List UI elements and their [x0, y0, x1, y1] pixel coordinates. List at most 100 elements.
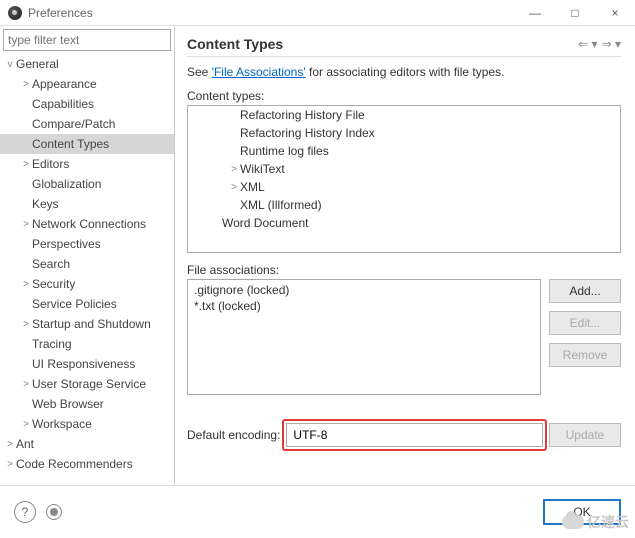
- tree-item[interactable]: >Startup and Shutdown: [0, 314, 174, 334]
- content-type-label: XML (Illformed): [240, 198, 322, 212]
- file-association-item[interactable]: *.txt (locked): [194, 299, 534, 315]
- tree-item[interactable]: >Workspace: [0, 414, 174, 434]
- minimize-button[interactable]: —: [515, 0, 555, 26]
- tree-item-label: Appearance: [32, 77, 97, 91]
- file-assoc-buttons: Add... Edit... Remove: [549, 279, 621, 395]
- tree-item[interactable]: >Appearance: [0, 74, 174, 94]
- tree-item-label: Keys: [32, 197, 59, 211]
- window-title: Preferences: [28, 6, 93, 20]
- twisty-icon[interactable]: >: [20, 159, 32, 170]
- twisty-icon[interactable]: >: [20, 379, 32, 390]
- tree-item[interactable]: >Code Recommenders: [0, 454, 174, 474]
- tree-item-label: General: [16, 57, 59, 71]
- tree-item[interactable]: Perspectives: [0, 234, 174, 254]
- section-title: Content Types: [187, 36, 283, 52]
- twisty-icon[interactable]: >: [228, 164, 240, 175]
- tree-item-label: Search: [32, 257, 70, 271]
- encoding-row: Default encoding: Update: [187, 423, 621, 447]
- tree-item-label: Tracing: [32, 337, 72, 351]
- forward-button[interactable]: ⇒ ▾: [602, 37, 621, 51]
- tree-item[interactable]: Service Policies: [0, 294, 174, 314]
- tree-item-label: Web Browser: [32, 397, 104, 411]
- tree-item-label: Compare/Patch: [32, 117, 115, 131]
- tree-item[interactable]: >Network Connections: [0, 214, 174, 234]
- tree-item-label: Security: [32, 277, 75, 291]
- section-header: Content Types ⇐ ▾ ⇒ ▾: [187, 36, 621, 52]
- tree-item-label: Globalization: [32, 177, 101, 191]
- content-type-item[interactable]: >XML: [188, 178, 620, 196]
- file-associations-link[interactable]: 'File Associations': [212, 65, 306, 79]
- update-button[interactable]: Update: [549, 423, 621, 447]
- content-type-item[interactable]: XML (Illformed): [188, 196, 620, 214]
- tree-item[interactable]: Globalization: [0, 174, 174, 194]
- tree-item-label: Perspectives: [32, 237, 101, 251]
- edit-button[interactable]: Edit...: [549, 311, 621, 335]
- help-button[interactable]: ?: [14, 501, 36, 523]
- preferences-tree[interactable]: vGeneral>AppearanceCapabilitiesCompare/P…: [0, 54, 174, 485]
- content-type-item[interactable]: >WikiText: [188, 160, 620, 178]
- content-type-item[interactable]: Word Document: [188, 214, 620, 232]
- content-type-label: Refactoring History File: [240, 108, 365, 122]
- tree-item-label: Ant: [16, 437, 34, 451]
- tree-item[interactable]: >Editors: [0, 154, 174, 174]
- twisty-icon[interactable]: >: [20, 79, 32, 90]
- remove-button[interactable]: Remove: [549, 343, 621, 367]
- twisty-icon[interactable]: v: [4, 59, 16, 70]
- twisty-icon[interactable]: >: [20, 279, 32, 290]
- add-button[interactable]: Add...: [549, 279, 621, 303]
- default-encoding-input[interactable]: [286, 423, 543, 447]
- filter-input[interactable]: [3, 29, 171, 51]
- tree-item-label: Content Types: [32, 137, 109, 151]
- left-panel: vGeneral>AppearanceCapabilitiesCompare/P…: [0, 26, 175, 485]
- content-type-label: WikiText: [240, 162, 285, 176]
- tree-item[interactable]: >User Storage Service: [0, 374, 174, 394]
- content-type-label: Runtime log files: [240, 144, 329, 158]
- file-associations-row: .gitignore (locked)*.txt (locked) Add...…: [187, 279, 621, 395]
- twisty-icon[interactable]: >: [20, 219, 32, 230]
- content-type-item[interactable]: Refactoring History Index: [188, 124, 620, 142]
- twisty-icon[interactable]: >: [4, 459, 16, 470]
- file-associations-label: File associations:: [187, 263, 621, 277]
- window-controls: — □ ×: [515, 0, 635, 26]
- tree-item-label: Service Policies: [32, 297, 117, 311]
- description: See 'File Associations' for associating …: [187, 65, 621, 79]
- tree-item[interactable]: Content Types: [0, 134, 174, 154]
- tree-item[interactable]: Keys: [0, 194, 174, 214]
- default-encoding-label: Default encoding:: [187, 428, 280, 442]
- app-icon: [8, 6, 22, 20]
- header-divider: [187, 56, 621, 57]
- tree-item[interactable]: >Ant: [0, 434, 174, 454]
- bottom-bar: ? OK: [0, 485, 635, 538]
- ok-button[interactable]: OK: [543, 499, 621, 525]
- tree-item[interactable]: Tracing: [0, 334, 174, 354]
- tree-item[interactable]: Compare/Patch: [0, 114, 174, 134]
- file-association-item[interactable]: .gitignore (locked): [194, 283, 534, 299]
- oomph-button[interactable]: [46, 504, 62, 520]
- tree-item-label: Workspace: [32, 417, 92, 431]
- tree-item[interactable]: vGeneral: [0, 54, 174, 74]
- tree-item[interactable]: Capabilities: [0, 94, 174, 114]
- twisty-icon[interactable]: >: [228, 182, 240, 193]
- tree-item-label: Editors: [32, 157, 69, 171]
- tree-item[interactable]: Web Browser: [0, 394, 174, 414]
- twisty-icon[interactable]: >: [20, 319, 32, 330]
- tree-item[interactable]: >Security: [0, 274, 174, 294]
- tree-item-label: UI Responsiveness: [32, 357, 135, 371]
- file-associations-list[interactable]: .gitignore (locked)*.txt (locked): [187, 279, 541, 395]
- tree-item[interactable]: Search: [0, 254, 174, 274]
- nav-arrows: ⇐ ▾ ⇒ ▾: [578, 37, 621, 51]
- maximize-button[interactable]: □: [555, 0, 595, 26]
- tree-item[interactable]: UI Responsiveness: [0, 354, 174, 374]
- content-type-label: XML: [240, 180, 265, 194]
- twisty-icon[interactable]: >: [4, 439, 16, 450]
- content-type-item[interactable]: Runtime log files: [188, 142, 620, 160]
- back-button[interactable]: ⇐ ▾: [578, 37, 597, 51]
- tree-item-label: Code Recommenders: [16, 457, 133, 471]
- tree-item-label: Startup and Shutdown: [32, 317, 151, 331]
- content-types-list[interactable]: Refactoring History File Refactoring Hist…: [187, 105, 621, 253]
- close-button[interactable]: ×: [595, 0, 635, 26]
- title-bar: Preferences — □ ×: [0, 0, 635, 26]
- twisty-icon[interactable]: >: [20, 419, 32, 430]
- content-type-item[interactable]: Refactoring History File: [188, 106, 620, 124]
- tree-item-label: User Storage Service: [32, 377, 146, 391]
